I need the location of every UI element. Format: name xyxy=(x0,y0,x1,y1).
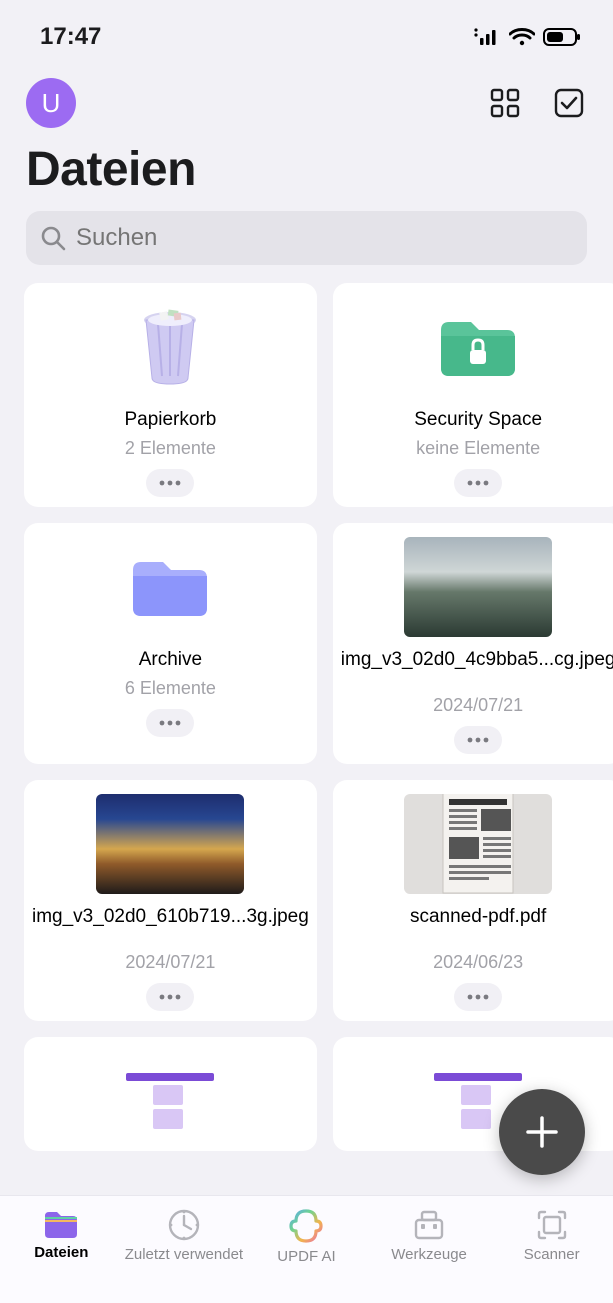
grid-item-file[interactable]: scanned-pdf.pdf 2024/06/23 xyxy=(333,780,613,1021)
item-sub: 2 Elemente xyxy=(125,438,216,459)
tab-files[interactable]: Dateien xyxy=(0,1208,123,1261)
tab-ai[interactable]: UPDF AI xyxy=(245,1208,368,1265)
tab-recent[interactable]: Zuletzt verwendet xyxy=(123,1208,246,1263)
item-sub: 2024/07/21 xyxy=(433,695,523,716)
image-thumbnail xyxy=(96,794,244,894)
grid-item-file[interactable]: img_v3_02d0_610b719...3g.jpeg 2024/07/21 xyxy=(24,780,317,1021)
more-button[interactable] xyxy=(454,983,502,1011)
grid-item-archive[interactable]: Archive 6 Elemente xyxy=(24,523,317,764)
search-icon xyxy=(40,225,66,251)
cellular-icon xyxy=(473,27,501,47)
more-button[interactable] xyxy=(146,709,194,737)
grid-item-security[interactable]: Security Space keine Elemente xyxy=(333,283,613,507)
avatar[interactable]: U xyxy=(26,78,76,128)
scanner-icon xyxy=(535,1208,569,1242)
select-button[interactable] xyxy=(551,85,587,121)
more-button[interactable] xyxy=(454,469,502,497)
pdf-thumbnail xyxy=(404,794,552,894)
more-button[interactable] xyxy=(146,469,194,497)
item-sub: 2024/06/23 xyxy=(433,952,523,973)
status-bar: 17:47 xyxy=(0,0,613,60)
item-name: Security Space xyxy=(414,403,542,432)
avatar-letter: U xyxy=(42,88,61,119)
tab-label: UPDF AI xyxy=(277,1248,335,1265)
wifi-icon xyxy=(509,27,535,47)
item-name: img_v3_02d0_4c9bba5...cg.jpeg xyxy=(341,643,613,689)
grid-item-trash[interactable]: Papierkorb 2 Elemente xyxy=(24,283,317,507)
item-name: Archive xyxy=(139,643,202,672)
folder-icon xyxy=(96,537,244,637)
document-thumbnail xyxy=(120,1051,220,1151)
page-title: Dateien xyxy=(0,128,613,199)
toolbox-icon xyxy=(412,1208,446,1242)
item-sub: keine Elemente xyxy=(416,438,540,459)
search-input[interactable] xyxy=(76,224,573,252)
tab-bar: Dateien Zuletzt verwendet UPDF AI Werk xyxy=(0,1195,613,1303)
search-bar[interactable] xyxy=(26,211,587,265)
battery-icon xyxy=(543,27,581,47)
grid-view-button[interactable] xyxy=(487,85,523,121)
ai-icon xyxy=(288,1208,324,1244)
grid-item-file[interactable]: img_v3_02d0_4c9bba5...cg.jpeg 2024/07/21 xyxy=(333,523,613,764)
tab-label: Zuletzt verwendet xyxy=(125,1246,243,1263)
item-sub: 6 Elemente xyxy=(125,678,216,699)
item-sub: 2024/07/21 xyxy=(125,952,215,973)
tab-tools[interactable]: Werkzeuge xyxy=(368,1208,491,1263)
checkbox-icon xyxy=(554,88,584,118)
more-button[interactable] xyxy=(454,726,502,754)
tab-label: Dateien xyxy=(34,1244,88,1261)
image-thumbnail xyxy=(404,537,552,637)
tab-scanner[interactable]: Scanner xyxy=(490,1208,613,1263)
tab-label: Scanner xyxy=(524,1246,580,1263)
files-grid: Papierkorb 2 Elemente Security Space kei… xyxy=(0,283,613,1151)
folder-lock-icon xyxy=(404,297,552,397)
clock-icon xyxy=(167,1208,201,1242)
status-indicators xyxy=(473,27,581,47)
more-button[interactable] xyxy=(146,983,194,1011)
folder-icon xyxy=(43,1208,79,1240)
item-name: scanned-pdf.pdf xyxy=(410,900,546,946)
grid-icon xyxy=(490,88,520,118)
plus-icon xyxy=(522,1112,562,1152)
tab-label: Werkzeuge xyxy=(391,1246,467,1263)
add-button[interactable] xyxy=(499,1089,585,1175)
status-time: 17:47 xyxy=(40,23,101,51)
item-name: Papierkorb xyxy=(124,403,216,432)
header: U xyxy=(0,60,613,128)
item-name: img_v3_02d0_610b719...3g.jpeg xyxy=(32,900,309,946)
trash-icon xyxy=(96,297,244,397)
grid-item-file[interactable] xyxy=(24,1037,317,1151)
